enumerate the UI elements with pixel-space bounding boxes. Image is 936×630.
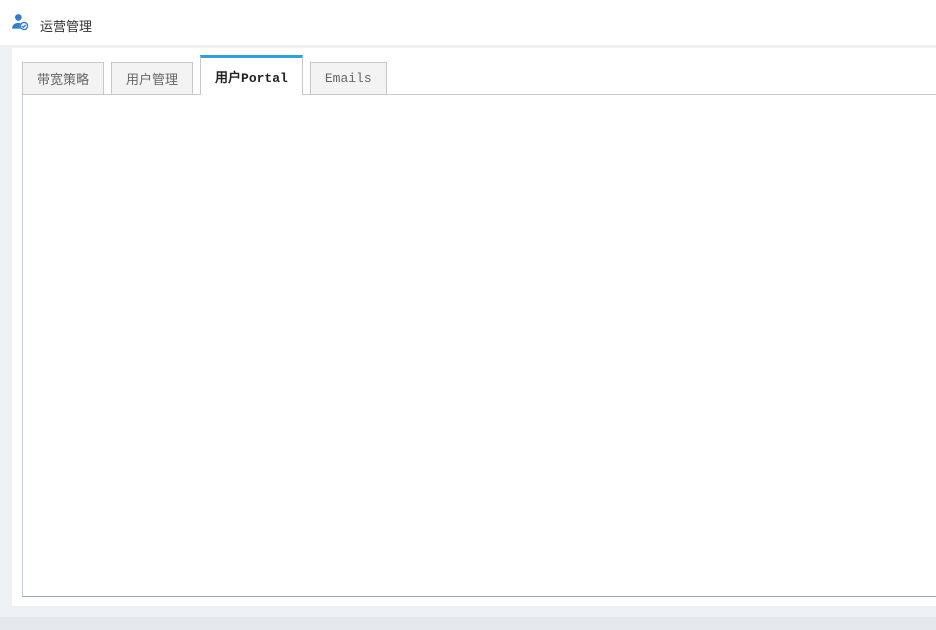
tab-content-panel (22, 94, 936, 597)
top-bar: 运营管理 (0, 0, 936, 45)
page: 运营管理 带宽策略 用户管理 用户Portal Emails 是否启用: 启用 … (0, 0, 936, 630)
tab-user-portal[interactable]: 用户Portal (200, 55, 303, 95)
tab-emails[interactable]: Emails (310, 62, 387, 95)
page-title: 运营管理 (40, 16, 92, 35)
tab-user-management[interactable]: 用户管理 (111, 62, 193, 95)
user-check-icon (10, 12, 30, 32)
tab-bandwidth-policy[interactable]: 带宽策略 (22, 62, 104, 95)
footer-strip (0, 617, 936, 630)
tab-bar: 带宽策略 用户管理 用户Portal Emails (22, 55, 394, 95)
